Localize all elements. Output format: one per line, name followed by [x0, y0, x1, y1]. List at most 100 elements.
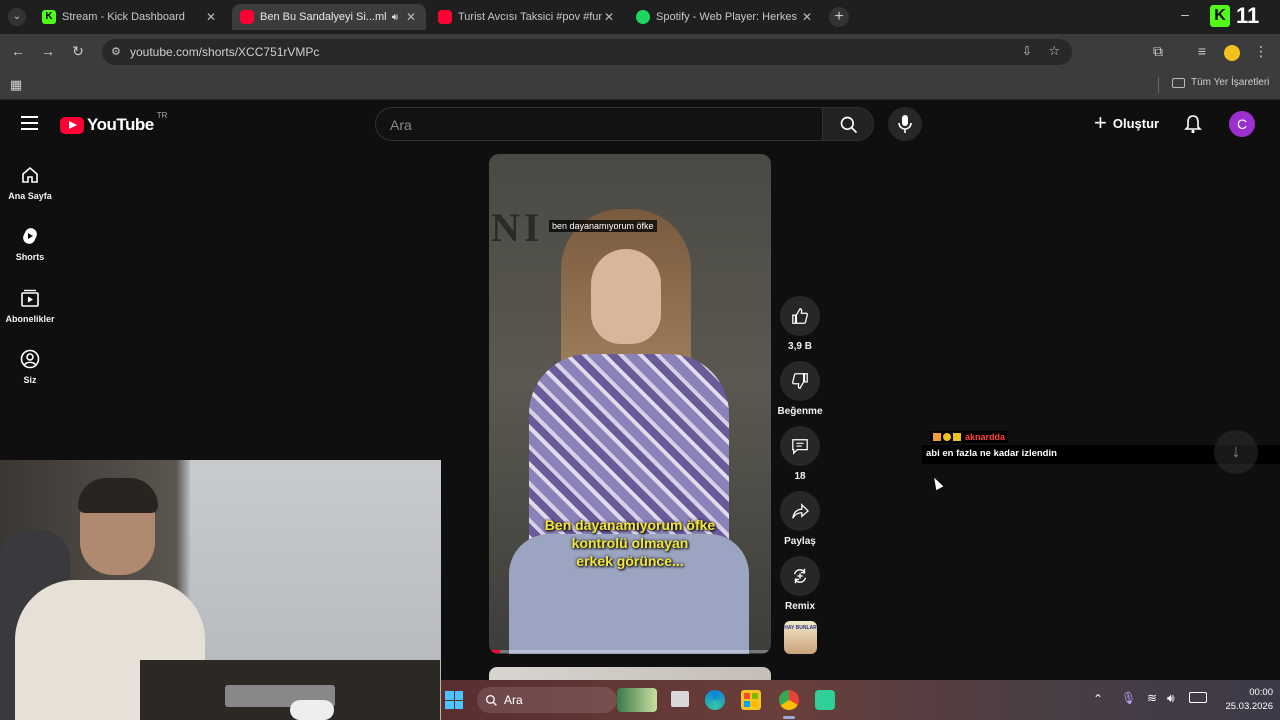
- wifi-icon[interactable]: ≋: [1147, 691, 1157, 705]
- active-app-indicator: [783, 716, 795, 719]
- widgets-icon[interactable]: [617, 688, 657, 712]
- account-avatar[interactable]: C: [1229, 111, 1255, 137]
- microsoft-store-icon[interactable]: [741, 690, 761, 710]
- subtitle-line: Ben dayanamıyorum öfke: [544, 517, 716, 533]
- video-top-caption: ben dayanamıyorum öfke: [549, 220, 657, 232]
- menu-kebab-icon[interactable]: ⋮: [1254, 43, 1268, 60]
- voice-search-button[interactable]: [888, 107, 922, 141]
- chrome-icon[interactable]: [779, 690, 799, 710]
- media-control-icon[interactable]: ≡: [1194, 43, 1210, 59]
- sidebar-item-home[interactable]: Ana Sayfa: [0, 165, 60, 201]
- tab-title: Ben Bu Sandalyeyi Si...ml #: [260, 11, 386, 23]
- folder-icon: [1172, 77, 1185, 88]
- youtube-logo[interactable]: YouTube TR: [60, 111, 167, 135]
- comments-action[interactable]: 18: [780, 426, 820, 482]
- like-action[interactable]: 3,9 B: [780, 296, 820, 352]
- mouse-cursor-icon: [930, 475, 944, 491]
- video-progress-track[interactable]: [489, 650, 771, 653]
- forward-icon[interactable]: →: [40, 43, 56, 59]
- close-icon[interactable]: ✕: [204, 10, 218, 24]
- create-button[interactable]: + Oluştur: [1094, 110, 1160, 135]
- remix-action[interactable]: Remix: [780, 556, 820, 612]
- volume-icon[interactable]: 🔊︎: [1167, 691, 1175, 706]
- close-icon[interactable]: ✕: [404, 10, 418, 24]
- sidebar-item-you[interactable]: Siz: [0, 349, 60, 385]
- shorts-video-player[interactable]: NI ben dayanamıyorum öfke Ben dayanamıyo…: [489, 154, 771, 654]
- dislike-action[interactable]: Beğenme: [777, 361, 823, 417]
- tab-youtube-2[interactable]: Turist Avcısı Taksici #pov #funn ✕: [430, 4, 624, 30]
- all-bookmarks-label: Tüm Yer İşaretleri: [1191, 77, 1270, 88]
- shorts-icon: [23, 228, 37, 244]
- browser-toolbar: ← → ↻ ⚙ youtube.com/shorts/XCC751rVMPc ⇩…: [0, 34, 1280, 70]
- reload-icon[interactable]: ↻: [70, 43, 86, 60]
- comments-button[interactable]: [780, 426, 820, 466]
- bookmarks-bar: ▦ Tüm Yer İşaretleri: [0, 70, 1280, 100]
- share-label: Paylaş: [784, 536, 816, 547]
- search-icon: [840, 116, 858, 134]
- url-bar[interactable]: ⚙ youtube.com/shorts/XCC751rVMPc ⇩ ☆: [102, 39, 1072, 65]
- tab-kick[interactable]: K Stream - Kick Dashboard ✕: [34, 4, 226, 30]
- sound-thumbnail[interactable]: HAY BUNLAR: [784, 621, 817, 654]
- speaker-icon[interactable]: 🔊︎: [392, 12, 398, 23]
- battery-icon[interactable]: [1189, 692, 1207, 703]
- plus-icon: +: [1094, 110, 1107, 135]
- kick-icon: K: [42, 10, 56, 24]
- thumbs-up-icon: [792, 308, 809, 324]
- clock-time: 00:00: [1249, 687, 1273, 698]
- app-icon[interactable]: [815, 690, 835, 710]
- search-input[interactable]: Ara: [375, 107, 823, 141]
- tab-youtube-active[interactable]: Ben Bu Sandalyeyi Si...ml # 🔊︎ ✕: [232, 4, 426, 30]
- extensions-icon[interactable]: ⧉: [1150, 43, 1166, 60]
- share-arrow-icon: [792, 503, 809, 519]
- install-app-icon[interactable]: ⇩: [1022, 44, 1032, 58]
- logo-text: YouTube: [87, 115, 154, 134]
- sidebar-label: Siz: [23, 375, 37, 385]
- comment-count: 18: [794, 471, 806, 482]
- tab-spotify[interactable]: Spotify - Web Player: Herkes için ✕: [628, 4, 822, 30]
- dislike-button[interactable]: [780, 361, 820, 401]
- taskbar-search[interactable]: Ara: [477, 687, 617, 713]
- edge-icon[interactable]: [705, 690, 725, 710]
- close-icon[interactable]: ✕: [602, 10, 616, 24]
- tab-title: Stream - Kick Dashboard: [62, 11, 185, 23]
- scroll-down-arrow-icon[interactable]: ↓: [1214, 430, 1258, 474]
- remix-button[interactable]: [780, 556, 820, 596]
- site-info-icon[interactable]: ⚙: [111, 45, 121, 58]
- like-button[interactable]: [780, 296, 820, 336]
- comment-icon: [792, 439, 808, 455]
- sidebar-item-shorts[interactable]: Shorts: [0, 226, 60, 262]
- bookmark-star-icon[interactable]: ☆: [1048, 43, 1060, 59]
- subscriptions-icon: [21, 289, 39, 307]
- clock[interactable]: 00:00 25.03.2026: [1213, 686, 1273, 714]
- apps-grid-icon[interactable]: ▦: [8, 77, 24, 93]
- windows-start-icon[interactable]: [445, 691, 463, 709]
- sidebar-item-subscriptions[interactable]: Abonelikler: [0, 288, 60, 324]
- share-action[interactable]: Paylaş: [780, 491, 820, 547]
- face-shape: [591, 249, 661, 344]
- minimize-icon[interactable]: –: [1176, 6, 1194, 22]
- share-button[interactable]: [780, 491, 820, 531]
- kick-logo-icon: K: [1210, 5, 1230, 27]
- profile-avatar-icon[interactable]: [1224, 45, 1240, 61]
- task-view-icon[interactable]: [671, 691, 689, 707]
- youtube-play-logo-icon: [60, 116, 84, 134]
- url-text: youtube.com/shorts/XCC751rVMPc: [130, 45, 320, 59]
- badge-icon: [953, 433, 961, 441]
- notifications-bell-icon[interactable]: [1184, 114, 1202, 134]
- new-tab-icon[interactable]: +: [829, 7, 849, 27]
- show-hidden-icons-icon[interactable]: ⌃: [1093, 692, 1103, 706]
- tab-search-icon[interactable]: ⌄: [8, 8, 26, 26]
- all-bookmarks-folder[interactable]: Tüm Yer İşaretleri: [1172, 77, 1269, 88]
- create-label: Oluştur: [1112, 115, 1160, 131]
- chat-user-tag: aknardda: [930, 431, 1009, 443]
- microphone-icon[interactable]: 🎙︎: [1121, 691, 1136, 705]
- sidebar-label: Ana Sayfa: [8, 191, 52, 201]
- hamburger-menu-icon[interactable]: [21, 116, 38, 130]
- tab-title: Spotify - Web Player: Herkes için: [656, 11, 800, 23]
- subtitle-line: erkek görünce...: [576, 553, 684, 569]
- microphone-icon: [898, 115, 912, 133]
- close-icon[interactable]: ✕: [800, 10, 814, 24]
- search-button[interactable]: [822, 107, 874, 141]
- back-icon[interactable]: ←: [10, 43, 26, 59]
- next-short-preview[interactable]: [489, 667, 771, 680]
